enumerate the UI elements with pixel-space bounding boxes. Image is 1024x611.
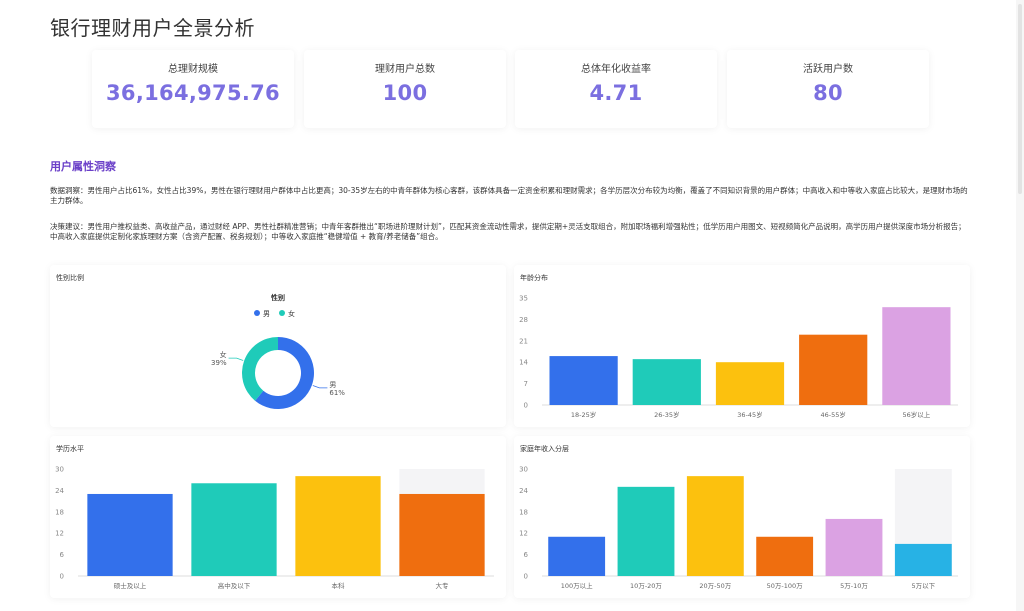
- x-tick-label: 56岁以上: [903, 410, 931, 419]
- slice-label: 女: [220, 350, 227, 359]
- y-tick-label: 28: [519, 316, 528, 324]
- legend-label[interactable]: 女: [288, 309, 295, 318]
- kpi-row: 总理财规模 36,164,975.76 理财用户总数 100 总体年化收益率 4…: [92, 50, 930, 128]
- bar[interactable]: [756, 536, 814, 576]
- kpi-card-total-users: 理财用户总数 100: [304, 50, 506, 128]
- slice-label-line: [228, 357, 244, 361]
- income-bar-chart: 0 6 12 18 24 30 100万以上 10万-20万 20万-50万 50万-100万 5万…: [519, 466, 958, 590]
- kpi-card-annual-yield: 总体年化收益率 4.71: [515, 50, 717, 128]
- slice-label: 男: [329, 381, 336, 389]
- kpi-label: 活跃用户数: [803, 64, 853, 75]
- x-tick-label: 硕士及以上: [114, 581, 147, 590]
- bar[interactable]: [686, 476, 744, 576]
- x-tick-label: 100万以上: [561, 581, 593, 590]
- x-tick-label: 20万-50万: [699, 582, 731, 590]
- kpi-label: 理财用户总数: [375, 64, 435, 75]
- section-title: 用户属性洞察: [50, 160, 116, 173]
- bar[interactable]: [799, 334, 868, 405]
- kpi-label: 总体年化收益率: [581, 64, 651, 75]
- x-tick-label: 5万-10万: [840, 582, 868, 590]
- age-chart-panel: 年龄分布 0 7 14 21 28 35 18-25岁 26-35岁 36-45岁 46-55岁 5…: [514, 265, 970, 427]
- y-tick-label: 6: [60, 551, 65, 559]
- x-tick-label: 10万-20万: [630, 582, 662, 590]
- kpi-card-active-users: 活跃用户数 80: [727, 50, 929, 128]
- kpi-card-total-aum: 总理财规模 36,164,975.76: [92, 50, 294, 128]
- bar[interactable]: [617, 486, 675, 576]
- y-tick-label: 12: [55, 530, 64, 538]
- income-chart-panel: 家庭年收入分层 0 6 12 18 24 30 100万以上 10万-20万 20万-50万 50…: [514, 436, 970, 598]
- x-tick-label: 50万-100万: [767, 582, 804, 590]
- y-tick-label: 24: [519, 487, 528, 495]
- bar[interactable]: [715, 362, 785, 405]
- x-tick-label: 18-25岁: [571, 410, 596, 419]
- slice-label-line: [312, 385, 328, 389]
- y-tick-label: 0: [524, 402, 528, 410]
- x-tick-label: 5万以下: [912, 582, 936, 590]
- x-tick-label: 26-35岁: [654, 410, 679, 419]
- y-tick-label: 18: [55, 508, 64, 516]
- x-tick-label: 36-45岁: [737, 410, 762, 419]
- recommendation-paragraph: 决策建议：男性用户推权益类、高收益产品，通过财经 APP、男性社群精准营销；中青…: [50, 222, 966, 241]
- page-scrollbar[interactable]: [1016, 0, 1024, 611]
- x-tick-label: 高中及以下: [218, 581, 251, 590]
- page-title: 银行理财用户全景分析: [50, 16, 255, 40]
- gender-donut-chart: 性别男 女男61%女39%: [211, 293, 345, 409]
- bar[interactable]: [632, 359, 701, 405]
- bar[interactable]: [191, 483, 277, 576]
- legend-marker: [279, 310, 285, 316]
- y-tick-label: 0: [524, 573, 528, 581]
- x-tick-label: 大专: [436, 581, 450, 590]
- bar[interactable]: [87, 493, 173, 576]
- y-tick-label: 24: [55, 487, 64, 495]
- y-tick-label: 6: [524, 551, 529, 559]
- legend-marker: [254, 310, 260, 316]
- education-chart-panel: 学历水平 0 6 12 18 24 30 硕士及以上 高中及以下 本科 大专: [50, 436, 506, 598]
- y-tick-label: 14: [519, 359, 528, 367]
- slice-value-label: 39%: [211, 359, 227, 367]
- y-tick-label: 30: [519, 466, 528, 474]
- kpi-label: 总理财规模: [168, 64, 218, 75]
- scrollbar-thumb[interactable]: [1018, 4, 1022, 194]
- bar[interactable]: [548, 536, 606, 576]
- kpi-value: 36,164,975.76: [106, 81, 280, 105]
- age-bar-chart: 0 7 14 21 28 35 18-25岁 26-35岁 36-45岁 46-55岁 56岁以上: [519, 295, 958, 419]
- education-bar-chart: 0 6 12 18 24 30 硕士及以上 高中及以下 本科 大专: [55, 466, 494, 590]
- y-tick-label: 7: [524, 380, 528, 388]
- y-tick-label: 30: [55, 466, 64, 474]
- gender-chart-panel: 性别比例 性别男女男 61% 女 39%: [50, 265, 506, 427]
- kpi-value: 80: [813, 81, 843, 105]
- legend-label[interactable]: 男: [263, 310, 270, 318]
- bar[interactable]: [894, 543, 952, 576]
- kpi-value: 4.71: [589, 81, 643, 105]
- x-tick-label: 46-55岁: [821, 410, 846, 419]
- kpi-value: 100: [382, 81, 428, 105]
- bar[interactable]: [295, 476, 381, 576]
- bar[interactable]: [549, 356, 618, 405]
- donut-slice[interactable]: [242, 337, 278, 401]
- slice-value-label: 61%: [329, 389, 345, 397]
- legend-title: 性别: [271, 293, 285, 302]
- y-tick-label: 12: [519, 530, 528, 538]
- bar[interactable]: [825, 518, 883, 576]
- bar[interactable]: [882, 307, 951, 405]
- y-tick-label: 35: [519, 295, 528, 303]
- y-tick-label: 0: [60, 573, 64, 581]
- y-tick-label: 21: [519, 337, 528, 345]
- x-tick-label: 本科: [332, 581, 346, 590]
- y-tick-label: 18: [519, 508, 528, 516]
- insight-paragraph: 数据洞察：男性用户占比61%，女性占比39%，男性在银行理财用户群体中占比更高；…: [50, 186, 968, 205]
- bar[interactable]: [399, 493, 485, 576]
